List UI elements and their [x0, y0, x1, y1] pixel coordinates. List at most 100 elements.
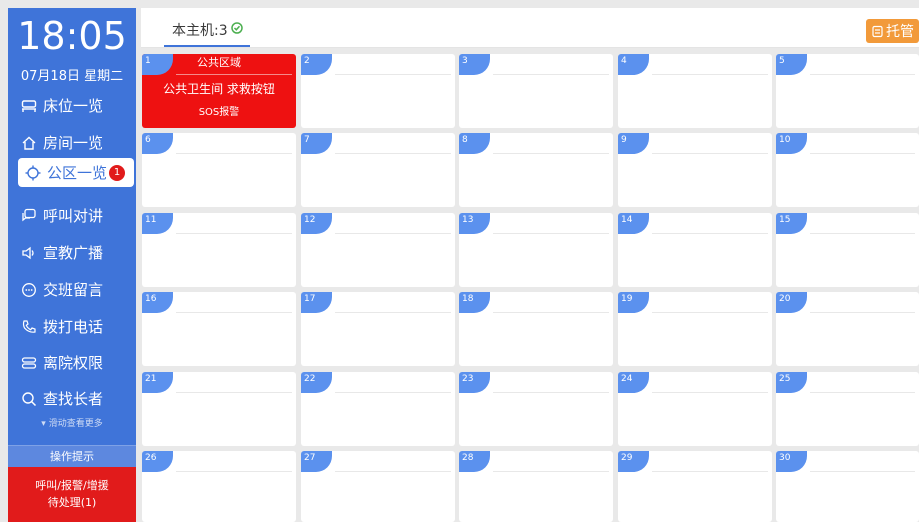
- cell-number: 20: [776, 292, 807, 313]
- divider: [652, 392, 768, 393]
- cell-number: 21: [142, 372, 173, 393]
- area-cell[interactable]: 5: [776, 54, 919, 128]
- alert-line-2: 待处理(1): [47, 496, 97, 509]
- divider: [493, 312, 609, 313]
- divider: [335, 233, 451, 234]
- divider: [493, 471, 609, 472]
- area-cell[interactable]: 7: [301, 133, 455, 207]
- nav-label: 离院权限: [43, 354, 104, 372]
- area-cell[interactable]: 28: [459, 451, 613, 522]
- area-cell[interactable]: 26: [142, 451, 296, 522]
- cell-number: 18: [459, 292, 490, 313]
- area-cell[interactable]: 18: [459, 292, 613, 366]
- nav-item-bed[interactable]: 床位一览: [20, 93, 136, 119]
- area-cell[interactable]: 13: [459, 213, 613, 287]
- speaker-icon: [20, 244, 38, 262]
- divider: [652, 74, 768, 75]
- nav-label: 宣教广播: [43, 244, 104, 262]
- cell-number: 7: [301, 133, 332, 154]
- area-cell[interactable]: 15: [776, 213, 919, 287]
- cell-number: 28: [459, 451, 490, 472]
- area-cell[interactable]: 21: [142, 372, 296, 446]
- divider: [335, 392, 451, 393]
- area-cell[interactable]: 20: [776, 292, 919, 366]
- scroll-more-hint[interactable]: ▾ 滑动查看更多: [8, 418, 136, 430]
- area-cell[interactable]: 19: [618, 292, 772, 366]
- cell-number: 11: [142, 213, 173, 234]
- cell-number: 12: [301, 213, 332, 234]
- cell-number: 23: [459, 372, 490, 393]
- cell-number: 14: [618, 213, 649, 234]
- area-cell[interactable]: 8: [459, 133, 613, 207]
- cell-number: 2: [301, 54, 332, 75]
- message-icon: [20, 281, 38, 299]
- area-cell[interactable]: 30: [776, 451, 919, 522]
- cell-number: 22: [301, 372, 332, 393]
- pending-alert-box[interactable]: 呼叫/报警/增援 待处理(1): [8, 467, 136, 522]
- trust-icon: [871, 25, 884, 38]
- divider: [652, 312, 768, 313]
- cell-number: 29: [618, 451, 649, 472]
- area-cell[interactable]: 4: [618, 54, 772, 128]
- area-cell-sos[interactable]: 1 公共区域 公共卫生间 求救按钮 SOS报警: [142, 54, 296, 128]
- nav-label: 公区一览: [47, 163, 108, 182]
- nav-item-handover[interactable]: 交班留言: [20, 277, 136, 303]
- nav-item-discharge[interactable]: 离院权限: [20, 350, 136, 376]
- nav-label: 房间一览: [43, 134, 104, 152]
- area-cell[interactable]: 29: [618, 451, 772, 522]
- bed-icon: [20, 97, 38, 115]
- area-cell[interactable]: 17: [301, 292, 455, 366]
- topbar: 本主机:3 托管: [141, 8, 919, 48]
- area-cell[interactable]: 16: [142, 292, 296, 366]
- area-cell[interactable]: 22: [301, 372, 455, 446]
- nav-item-search[interactable]: 查找长者: [20, 386, 136, 412]
- cell-number: 3: [459, 54, 490, 75]
- notification-badge: 1: [109, 164, 126, 181]
- area-cell[interactable]: 25: [776, 372, 919, 446]
- area-cell[interactable]: 12: [301, 213, 455, 287]
- area-cell[interactable]: 11: [142, 213, 296, 287]
- cell-number: 6: [142, 133, 173, 154]
- divider: [176, 471, 292, 472]
- divider: [810, 233, 915, 234]
- nav-item-public[interactable]: 公区一览 1: [18, 158, 134, 187]
- area-cell[interactable]: 9: [618, 133, 772, 207]
- nav-label: 查找长者: [43, 390, 104, 408]
- area-cell[interactable]: 10: [776, 133, 919, 207]
- trust-button[interactable]: 托管: [866, 19, 919, 43]
- divider: [652, 233, 768, 234]
- divider: [176, 392, 292, 393]
- nav-item-broadcast[interactable]: 宣教广播: [20, 240, 136, 266]
- sos-area: 公共区域: [197, 56, 241, 69]
- app: 18:05 07月18日 星期二 床位一览 房间一览 公区一览 1 呼叫对讲 宣…: [0, 0, 919, 522]
- cell-number: 15: [776, 213, 807, 234]
- nav-item-call[interactable]: 呼叫对讲: [20, 203, 136, 229]
- area-cell[interactable]: 6: [142, 133, 296, 207]
- divider: [493, 153, 609, 154]
- divider: [176, 233, 292, 234]
- tab-host[interactable]: 本主机:3: [164, 20, 250, 47]
- divider: [810, 471, 915, 472]
- area-cell[interactable]: 23: [459, 372, 613, 446]
- divider: [493, 392, 609, 393]
- cell-number: 9: [618, 133, 649, 154]
- divider: [335, 312, 451, 313]
- area-cell[interactable]: 2: [301, 54, 455, 128]
- area-cell[interactable]: 24: [618, 372, 772, 446]
- area-cell[interactable]: 14: [618, 213, 772, 287]
- cell-number: 26: [142, 451, 173, 472]
- area-cell[interactable]: 3: [459, 54, 613, 128]
- divider: [810, 153, 915, 154]
- alert-line-1: 呼叫/报警/增援: [35, 479, 109, 492]
- cell-number: 8: [459, 133, 490, 154]
- nav-item-room[interactable]: 房间一览: [20, 130, 136, 156]
- clock-date: 07月18日 星期二: [20, 69, 124, 84]
- home-icon: [20, 134, 38, 152]
- cell-number: 25: [776, 372, 807, 393]
- chat-icon: [20, 207, 38, 225]
- cell-number: 30: [776, 451, 807, 472]
- cell-number: 5: [776, 54, 807, 75]
- area-cell[interactable]: 27: [301, 451, 455, 522]
- cell-number: 19: [618, 292, 649, 313]
- nav-item-phone[interactable]: 拨打电话: [20, 314, 136, 340]
